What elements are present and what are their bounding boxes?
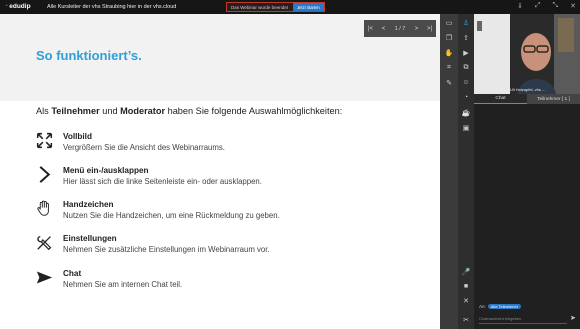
chat-recipient: An: Alle Teilnehmer — [479, 304, 522, 309]
cup-icon[interactable]: ☕ — [460, 107, 472, 118]
presentation-icon[interactable]: ♙ — [460, 17, 472, 28]
item-title: Vollbild — [63, 132, 92, 141]
item-title: Chat — [63, 269, 82, 278]
download-icon[interactable]: ⇓ — [517, 2, 523, 10]
leave-icon[interactable]: ✕ — [460, 295, 472, 306]
list-item: Menü ein-/ausklappen Hier lässt sich die… — [36, 166, 262, 186]
documents-icon[interactable]: ❐ — [443, 32, 455, 43]
top-bar: ◔ edudip Alle Kursleiter der vhs Straubi… — [0, 0, 580, 14]
webinar-title: Alle Kursleiter der vhs Straubing hier i… — [47, 4, 177, 10]
users-icon[interactable]: ☺ — [460, 77, 472, 88]
upload-icon[interactable]: ⇪ — [460, 32, 472, 43]
video-icon[interactable]: ▶ — [460, 47, 472, 58]
item-desc: Nutzen Sie die Handzeichen, um eine Rück… — [63, 211, 280, 220]
lead-role-participant: Teilnehmer — [51, 106, 100, 116]
chat-recipient-select[interactable]: Alle Teilnehmer — [487, 304, 522, 309]
panel-tabs: Chat Teilnehmer [ 1 ] — [474, 94, 580, 104]
notice-text: Das Webinar wurde beendet — [231, 4, 288, 10]
presenter-video: Uli Holzapfel, vhs ... — [474, 14, 580, 94]
slide-header: |< < 1 / 7 > >| So funktioniert’s. — [0, 14, 440, 101]
microphone-icon[interactable]: 🎤 — [460, 266, 472, 277]
presenter-name: Uli Holzapfel, vhs ... — [510, 87, 546, 92]
chat-input[interactable]: Chatnachricht eingeben — [479, 314, 567, 324]
fullscreen-icon[interactable]: ⤡ — [553, 2, 559, 10]
item-title: Einstellungen — [63, 234, 117, 243]
tab-participants[interactable]: Teilnehmer [ 1 ] — [527, 94, 580, 104]
top-icons: ⇓ ⤢ ⤡ ✕ — [517, 2, 576, 10]
side-toolbar: ♙ ⇪ ▶ ⧉ ☺ ◔ ☕ ▣ 🎤 ■ ✕ ✂ — [458, 14, 474, 329]
webinar-notice: Das Webinar wurde beendet Jetzt starten — [226, 2, 325, 12]
send-icon — [36, 271, 53, 284]
logo-mark-icon: ◔ — [4, 3, 9, 10]
lead-prefix: Als — [36, 106, 52, 116]
slide-title: So funktioniert’s. — [36, 48, 142, 63]
close-icon[interactable]: ✕ — [570, 2, 576, 10]
item-desc: Hier lässt sich die linke Seitenleiste e… — [63, 177, 262, 186]
tab-chat[interactable]: Chat — [474, 94, 527, 104]
list-item: Vollbild Vergrößern Sie die Ansicht des … — [36, 132, 225, 152]
tools-icon — [37, 235, 52, 251]
slide-area: |< < 1 / 7 > >| So funktioniert’s. Als T… — [0, 14, 440, 329]
logo: ◔ edudip — [4, 3, 31, 10]
list-item: Einstellungen Nehmen Sie zusätzliche Ein… — [36, 234, 270, 254]
screen-share-icon[interactable]: ⧉ — [460, 62, 472, 73]
lead-suffix: haben Sie folgende Auswahlmöglichkeiten: — [165, 106, 343, 116]
hand-icon[interactable]: ✋ — [443, 47, 455, 58]
slide-lead: Als Teilnehmer und Moderator haben Sie f… — [36, 106, 342, 116]
chat-to-label: An: — [479, 304, 486, 309]
fullscreen-icon[interactable]: ⤢ — [535, 2, 541, 10]
prev-page-icon[interactable]: < — [377, 26, 390, 32]
last-page-icon[interactable]: >| — [423, 26, 436, 32]
right-panel: Uli Holzapfel, vhs ... Chat Teilnehmer [… — [474, 14, 580, 329]
lead-mid: und — [99, 106, 121, 116]
logo-text: edudip — [9, 3, 31, 10]
settings-icon[interactable]: ✂ — [460, 314, 472, 325]
item-desc: Vergrößern Sie die Ansicht des Webinarra… — [63, 143, 225, 152]
list-item: Handzeichen Nutzen Sie die Handzeichen, … — [36, 200, 280, 220]
slide-navigation: |< < 1 / 7 > >| — [364, 20, 436, 37]
send-icon[interactable]: ➤ — [570, 314, 576, 322]
item-desc: Nehmen Sie zusätzliche Einstellungen im … — [63, 245, 270, 254]
chevron-right-icon — [39, 166, 51, 183]
list-item: Chat Nehmen Sie am internen Chat teil. — [36, 269, 182, 289]
edit-icon[interactable]: ✎ — [443, 77, 455, 88]
crop-icon[interactable]: ⌗ — [443, 62, 455, 73]
expand-arrows-icon — [36, 132, 53, 149]
page-indicator: 1 / 7 — [394, 25, 406, 32]
item-title: Handzeichen — [63, 200, 114, 209]
hand-icon — [37, 200, 49, 216]
camera-icon[interactable]: ■ — [460, 281, 472, 292]
start-button[interactable]: Jetzt starten — [292, 3, 324, 11]
first-page-icon[interactable]: |< — [364, 26, 377, 32]
next-page-icon[interactable]: > — [410, 26, 423, 32]
item-desc: Nehmen Sie am internen Chat teil. — [63, 280, 183, 289]
timer-icon[interactable]: ◔ — [460, 92, 472, 103]
item-title: Menü ein-/ausklappen — [63, 166, 149, 175]
recording-icon[interactable]: ▣ — [460, 122, 472, 133]
presenter-video-frame — [474, 14, 580, 94]
whiteboard-icon[interactable]: ▭ — [443, 17, 455, 28]
lead-role-moderator: Moderator — [120, 106, 166, 116]
presenter-toolbar: ▭ ❐ ✋ ⌗ ✎ — [440, 14, 458, 329]
